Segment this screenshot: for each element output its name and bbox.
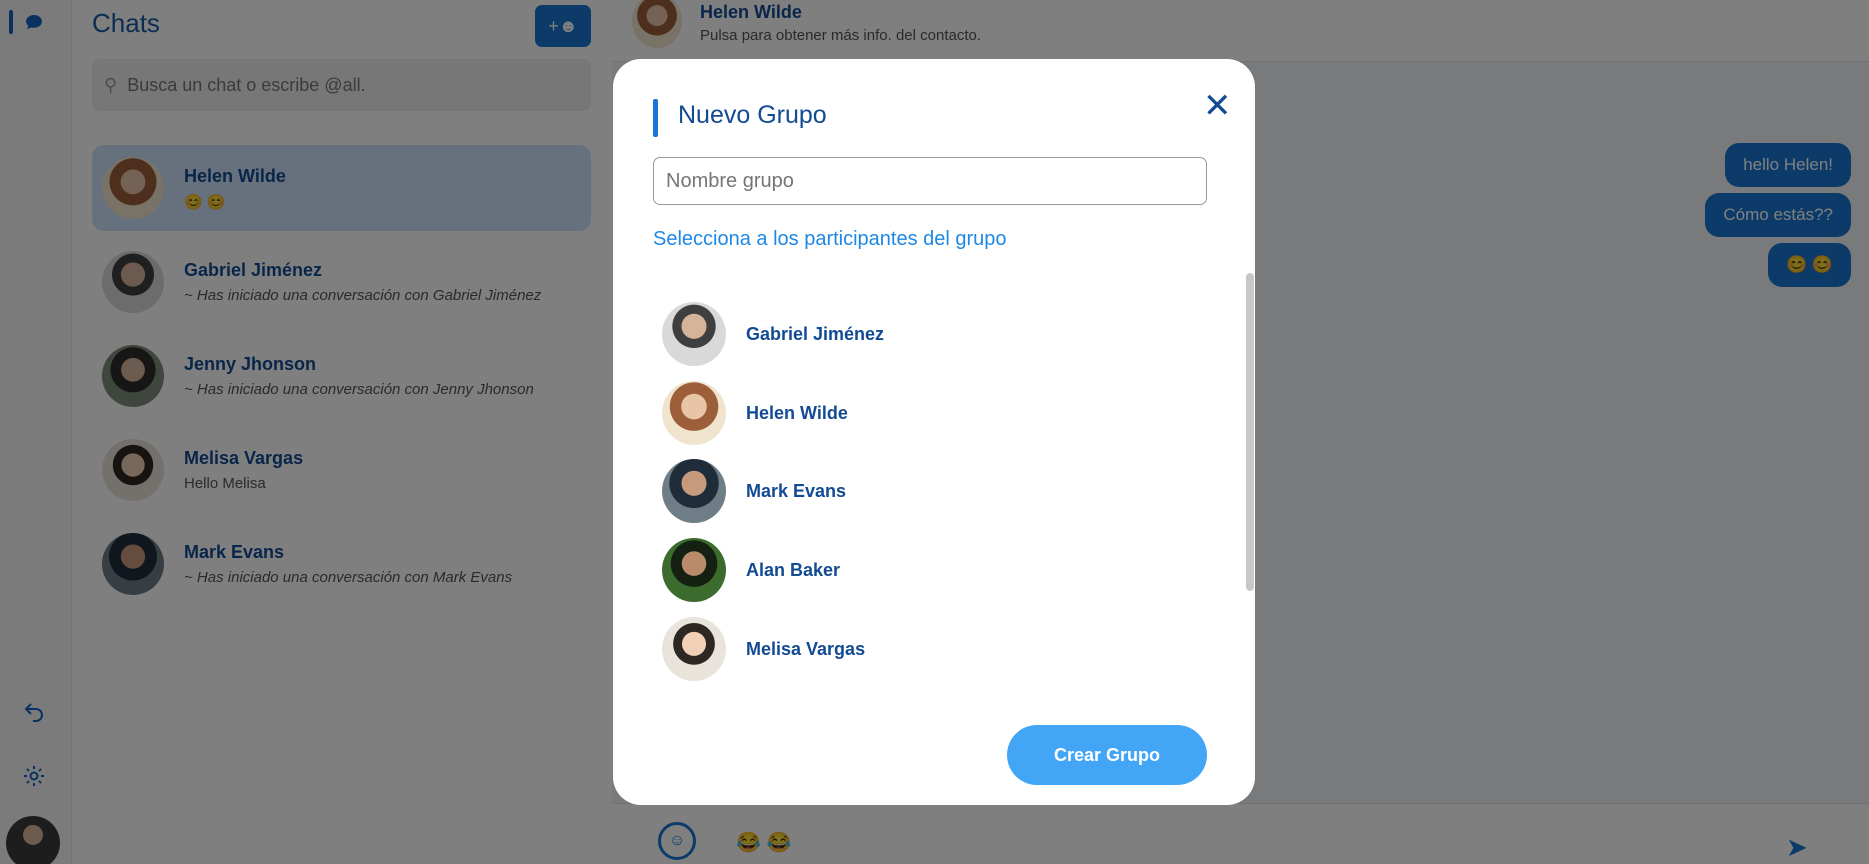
avatar bbox=[662, 538, 726, 602]
avatar bbox=[662, 381, 726, 445]
close-icon[interactable]: ✕ bbox=[1203, 89, 1232, 123]
participant-name: Helen Wilde bbox=[746, 402, 848, 423]
participant-item[interactable]: Gabriel Jiménez bbox=[662, 302, 884, 366]
participant-name: Gabriel Jiménez bbox=[746, 323, 885, 344]
participants-subtitle: Selecciona a los participantes del grupo bbox=[653, 228, 1007, 250]
participant-name: Melisa Vargas bbox=[746, 638, 866, 659]
participant-name: Mark Evans bbox=[746, 480, 847, 501]
scrollbar[interactable] bbox=[1246, 273, 1254, 591]
participants-list: Gabriel Jiménez Helen Wilde Mark Evans A… bbox=[653, 270, 1213, 714]
avatar bbox=[662, 459, 726, 523]
app-window: Chats +☻ ⚲ Busca un chat o escribe @all.… bbox=[0, 0, 1869, 864]
group-name-input[interactable] bbox=[653, 157, 1207, 205]
title-accent-bar bbox=[653, 99, 658, 137]
participant-item[interactable]: Helen Wilde bbox=[662, 381, 848, 445]
modal-title: Nuevo Grupo bbox=[678, 101, 827, 129]
avatar bbox=[662, 617, 726, 681]
avatar bbox=[662, 302, 726, 366]
participant-item[interactable]: Mark Evans bbox=[662, 459, 846, 523]
create-group-button[interactable]: Crear Grupo bbox=[1007, 725, 1207, 785]
new-group-modal: Nuevo Grupo ✕ Selecciona a los participa… bbox=[613, 59, 1255, 805]
participant-name: Alan Baker bbox=[746, 559, 841, 580]
participant-item[interactable]: Melisa Vargas bbox=[662, 617, 865, 681]
participant-item[interactable]: Alan Baker bbox=[662, 538, 840, 602]
